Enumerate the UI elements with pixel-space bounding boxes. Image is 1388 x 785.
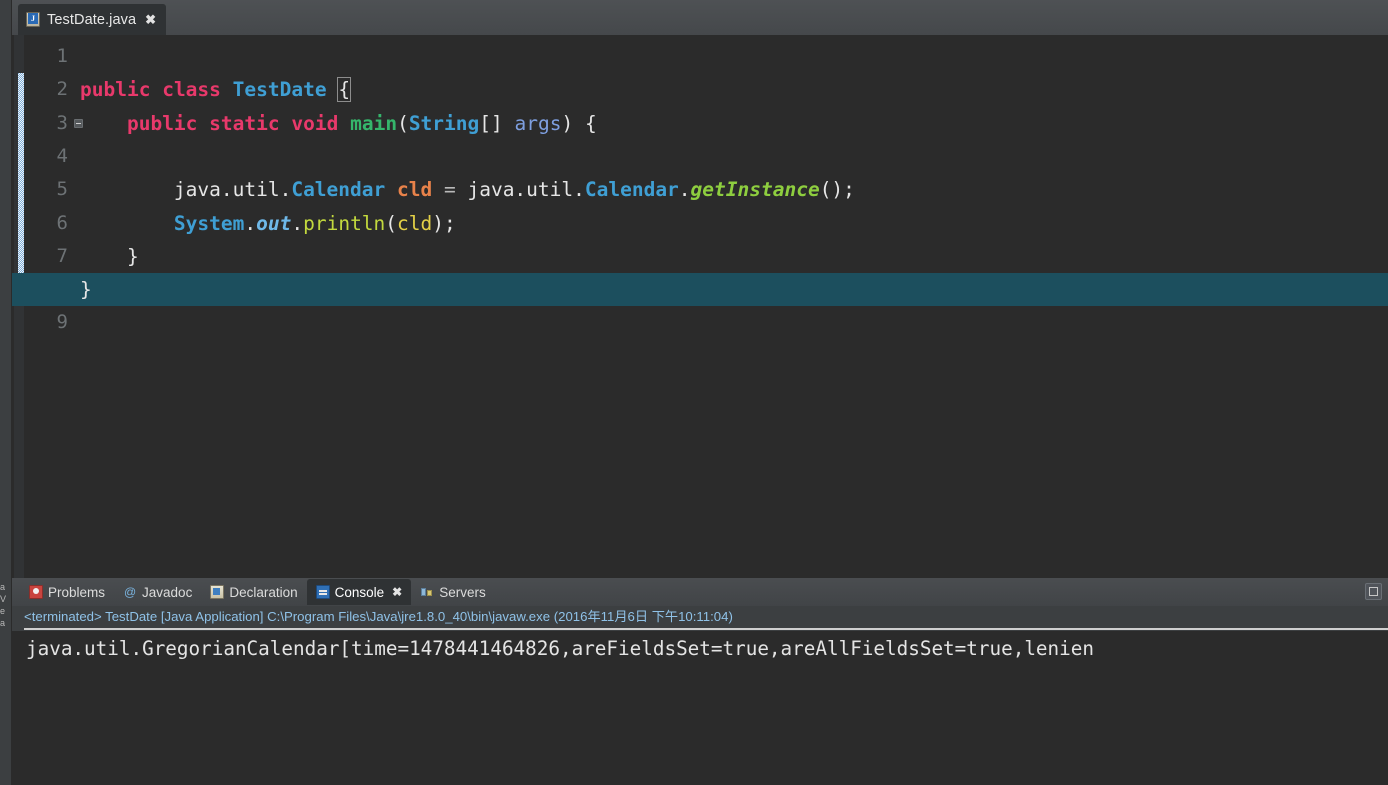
code-token: cld <box>397 212 432 235</box>
code-line[interactable]: java.util.Calendar cld = java.util.Calen… <box>80 173 1388 206</box>
sliver-fragment: V <box>0 594 11 605</box>
code-token: . <box>244 212 256 235</box>
code-token: Calendar <box>585 178 679 201</box>
code-token: System <box>174 212 244 235</box>
code-token: main <box>350 112 397 135</box>
code-token: public <box>80 78 150 101</box>
code-token: = <box>444 178 456 201</box>
editor-tab-bar: TestDate.java ✖ <box>12 0 1388 35</box>
console-icon <box>316 585 330 599</box>
console-separator <box>24 628 1388 630</box>
line-number: 2 <box>24 73 68 106</box>
servers-icon <box>420 585 434 599</box>
code-token: . <box>291 212 303 235</box>
bottom-view-stack: Problems @ Javadoc Declaration Console ✖ Serve… <box>12 578 1388 785</box>
line-number: 7 <box>24 240 68 273</box>
code-token: class <box>162 78 221 101</box>
eclipse-ide-window: a V e a TestDate.java ✖ 123456789 public… <box>0 0 1388 785</box>
code-token: (); <box>820 178 855 201</box>
declaration-icon <box>210 585 224 599</box>
code-token <box>338 112 350 135</box>
code-line[interactable]: } <box>80 273 1388 306</box>
code-token: getInstance <box>691 178 820 201</box>
bottom-view-tab-bar: Problems @ Javadoc Declaration Console ✖ Serve… <box>12 578 1388 606</box>
bottom-tab-problems[interactable]: Problems <box>20 579 114 605</box>
code-line[interactable]: public class TestDate { <box>80 73 1388 106</box>
code-token: ) { <box>561 112 596 135</box>
line-number: 5 <box>24 173 68 206</box>
bottom-tab-servers[interactable]: Servers <box>411 579 495 605</box>
code-token: ( <box>397 112 409 135</box>
code-token <box>280 112 292 135</box>
code-token: } <box>80 278 92 301</box>
code-token: } <box>80 245 139 268</box>
sliver-fragment: e <box>0 606 11 617</box>
code-token: String <box>409 112 479 135</box>
code-token: [] <box>479 112 514 135</box>
line-number: 6 <box>24 207 68 240</box>
change-bar-strip <box>14 35 24 578</box>
code-token: java.util. <box>80 178 291 201</box>
bottom-tab-label: Declaration <box>229 585 297 600</box>
code-line[interactable] <box>80 306 1388 339</box>
code-token: static <box>209 112 279 135</box>
code-line[interactable] <box>80 140 1388 173</box>
bottom-tab-label: Problems <box>48 585 105 600</box>
line-number: 9 <box>24 306 68 339</box>
code-text-area[interactable]: public class TestDate { public static vo… <box>80 35 1388 578</box>
editor-tab-testdate-java[interactable]: TestDate.java ✖ <box>18 4 166 35</box>
maximize-view-icon[interactable] <box>1365 583 1382 600</box>
sliver-fragment: a <box>0 618 11 629</box>
code-line[interactable]: } <box>80 240 1388 273</box>
console-output-area[interactable]: java.util.GregorianCalendar[time=1478441… <box>12 631 1388 785</box>
code-token: public <box>127 112 197 135</box>
bottom-tab-label: Servers <box>439 585 486 600</box>
code-token: println <box>303 212 385 235</box>
bottom-tab-console[interactable]: Console ✖ <box>307 579 412 605</box>
code-token <box>80 112 127 135</box>
code-token <box>327 78 339 101</box>
console-output-text: java.util.GregorianCalendar[time=1478441… <box>26 634 1094 663</box>
java-file-icon <box>26 12 40 27</box>
code-token: ); <box>432 212 455 235</box>
code-token <box>150 78 162 101</box>
code-token: Calendar <box>291 178 385 201</box>
line-number: 1 <box>24 40 68 73</box>
line-number: 3 <box>24 107 68 140</box>
code-line[interactable] <box>80 40 1388 73</box>
bottom-tab-javadoc[interactable]: @ Javadoc <box>114 579 201 605</box>
code-token: ( <box>385 212 397 235</box>
code-token: void <box>291 112 338 135</box>
code-token: cld <box>397 178 432 201</box>
close-icon[interactable]: ✖ <box>145 13 156 26</box>
launch-configuration-line[interactable]: <terminated> TestDate [Java Application]… <box>24 608 1384 626</box>
bottom-tab-label: Javadoc <box>142 585 192 600</box>
code-token <box>80 212 174 235</box>
line-number: 4 <box>24 140 68 173</box>
code-token: TestDate <box>233 78 327 101</box>
code-token: { <box>338 78 350 101</box>
bottom-tab-label: Console <box>335 585 385 600</box>
code-token: . <box>679 178 691 201</box>
close-icon[interactable]: ✖ <box>392 586 402 598</box>
javadoc-icon: @ <box>123 585 137 599</box>
sliver-fragment: a <box>0 582 11 593</box>
line-number-gutter[interactable]: 123456789 <box>24 35 80 578</box>
code-token: java.util. <box>456 178 585 201</box>
code-line[interactable]: public static void main(String[] args) { <box>80 107 1388 140</box>
problems-icon <box>29 585 43 599</box>
code-line[interactable]: System.out.println(cld); <box>80 207 1388 240</box>
bottom-tab-declaration[interactable]: Declaration <box>201 579 306 605</box>
code-token: args <box>515 112 562 135</box>
code-token <box>221 78 233 101</box>
code-token <box>432 178 444 201</box>
code-token <box>385 178 397 201</box>
editor-tab-label: TestDate.java <box>47 12 136 28</box>
code-token <box>197 112 209 135</box>
left-view-sliver: a V e a <box>0 0 12 785</box>
code-token: out <box>256 212 291 235</box>
code-editor[interactable]: 123456789 public class TestDate { public… <box>12 35 1388 578</box>
